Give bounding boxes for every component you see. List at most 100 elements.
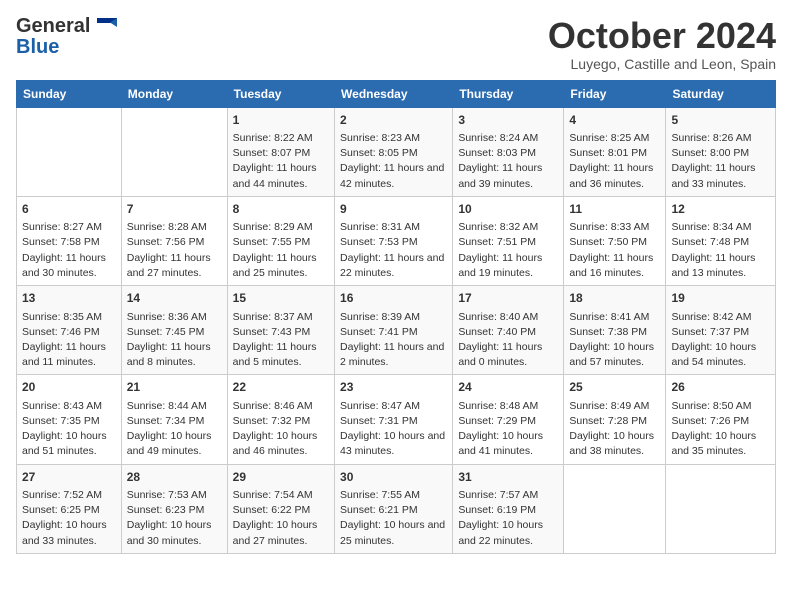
calendar-cell: 18 Sunrise: 8:41 AMSunset: 7:38 PMDayligh… — [564, 286, 666, 375]
calendar-week-5: 27 Sunrise: 7:52 AMSunset: 6:25 PMDayligh… — [17, 464, 776, 553]
calendar-cell: 8 Sunrise: 8:29 AMSunset: 7:55 PMDaylight… — [227, 196, 334, 285]
day-number: 15 — [233, 290, 329, 307]
day-number: 12 — [671, 201, 770, 218]
day-info: Sunrise: 8:26 AMSunset: 8:00 PMDaylight:… — [671, 131, 770, 192]
day-info: Sunrise: 8:47 AMSunset: 7:31 PMDaylight:… — [340, 399, 447, 460]
day-info: Sunrise: 8:42 AMSunset: 7:37 PMDaylight:… — [671, 310, 770, 371]
day-number: 25 — [569, 379, 660, 396]
page-header: General Blue October 2024 Luyego, Castil… — [16, 16, 776, 72]
day-number: 3 — [458, 112, 558, 129]
calendar-cell: 19 Sunrise: 8:42 AMSunset: 7:37 PMDayligh… — [666, 286, 776, 375]
day-info: Sunrise: 8:25 AMSunset: 8:01 PMDaylight:… — [569, 131, 660, 192]
calendar-table: Sunday Monday Tuesday Wednesday Thursday… — [16, 80, 776, 554]
calendar-cell: 31 Sunrise: 7:57 AMSunset: 6:19 PMDayligh… — [453, 464, 564, 553]
calendar-cell: 15 Sunrise: 8:37 AMSunset: 7:43 PMDayligh… — [227, 286, 334, 375]
day-info: Sunrise: 7:53 AMSunset: 6:23 PMDaylight:… — [127, 488, 222, 549]
calendar-cell: 25Sunrise: 8:49 AMSunset: 7:28 PMDayligh… — [564, 375, 666, 464]
day-info: Sunrise: 8:37 AMSunset: 7:43 PMDaylight:… — [233, 310, 329, 371]
col-monday: Monday — [121, 80, 227, 107]
calendar-cell: 24Sunrise: 8:48 AMSunset: 7:29 PMDayligh… — [453, 375, 564, 464]
day-number: 28 — [127, 469, 222, 486]
calendar-cell: 4 Sunrise: 8:25 AMSunset: 8:01 PMDaylight… — [564, 107, 666, 196]
day-info: Sunrise: 7:57 AMSunset: 6:19 PMDaylight:… — [458, 488, 558, 549]
calendar-cell: 30 Sunrise: 7:55 AMSunset: 6:21 PMDayligh… — [335, 464, 453, 553]
day-info: Sunrise: 8:43 AMSunset: 7:35 PMDaylight:… — [22, 399, 116, 460]
day-number: 4 — [569, 112, 660, 129]
day-info: Sunrise: 8:36 AMSunset: 7:45 PMDaylight:… — [127, 310, 222, 371]
day-info: Sunrise: 8:44 AMSunset: 7:34 PMDaylight:… — [127, 399, 222, 460]
col-thursday: Thursday — [453, 80, 564, 107]
calendar-cell: 2Sunrise: 8:23 AMSunset: 8:05 PMDaylight… — [335, 107, 453, 196]
calendar-cell: 14Sunrise: 8:36 AMSunset: 7:45 PMDayligh… — [121, 286, 227, 375]
day-info: Sunrise: 8:29 AMSunset: 7:55 PMDaylight:… — [233, 220, 329, 281]
day-info: Sunrise: 8:39 AMSunset: 7:41 PMDaylight:… — [340, 310, 447, 371]
day-info: Sunrise: 7:52 AMSunset: 6:25 PMDaylight:… — [22, 488, 116, 549]
calendar-cell — [17, 107, 122, 196]
day-number: 17 — [458, 290, 558, 307]
day-info: Sunrise: 7:54 AMSunset: 6:22 PMDaylight:… — [233, 488, 329, 549]
day-info: Sunrise: 8:28 AMSunset: 7:56 PMDaylight:… — [127, 220, 222, 281]
day-number: 29 — [233, 469, 329, 486]
day-number: 1 — [233, 112, 329, 129]
calendar-week-1: 1Sunrise: 8:22 AMSunset: 8:07 PMDaylight… — [17, 107, 776, 196]
day-number: 11 — [569, 201, 660, 218]
calendar-cell: 23 Sunrise: 8:47 AMSunset: 7:31 PMDayligh… — [335, 375, 453, 464]
day-info: Sunrise: 8:50 AMSunset: 7:26 PMDaylight:… — [671, 399, 770, 460]
calendar-cell — [666, 464, 776, 553]
day-number: 26 — [671, 379, 770, 396]
header-row: Sunday Monday Tuesday Wednesday Thursday… — [17, 80, 776, 107]
calendar-week-3: 13 Sunrise: 8:35 AMSunset: 7:46 PMDayligh… — [17, 286, 776, 375]
calendar-cell: 17 Sunrise: 8:40 AMSunset: 7:40 PMDayligh… — [453, 286, 564, 375]
calendar-cell: 1Sunrise: 8:22 AMSunset: 8:07 PMDaylight… — [227, 107, 334, 196]
day-number: 30 — [340, 469, 447, 486]
calendar-cell: 21 Sunrise: 8:44 AMSunset: 7:34 PMDayligh… — [121, 375, 227, 464]
calendar-cell: 22 Sunrise: 8:46 AMSunset: 7:32 PMDayligh… — [227, 375, 334, 464]
calendar-cell: 12Sunrise: 8:34 AMSunset: 7:48 PMDayligh… — [666, 196, 776, 285]
day-number: 27 — [22, 469, 116, 486]
col-friday: Friday — [564, 80, 666, 107]
col-saturday: Saturday — [666, 80, 776, 107]
day-number: 8 — [233, 201, 329, 218]
day-number: 21 — [127, 379, 222, 396]
logo-flag-icon — [97, 18, 117, 32]
col-tuesday: Tuesday — [227, 80, 334, 107]
logo-blue-text: Blue — [16, 37, 59, 57]
calendar-cell: 20Sunrise: 8:43 AMSunset: 7:35 PMDayligh… — [17, 375, 122, 464]
calendar-cell: 6Sunrise: 8:27 AMSunset: 7:58 PMDaylight… — [17, 196, 122, 285]
calendar-cell: 5Sunrise: 8:26 AMSunset: 8:00 PMDaylight… — [666, 107, 776, 196]
day-info: Sunrise: 7:55 AMSunset: 6:21 PMDaylight:… — [340, 488, 447, 549]
calendar-cell: 28 Sunrise: 7:53 AMSunset: 6:23 PMDayligh… — [121, 464, 227, 553]
day-number: 16 — [340, 290, 447, 307]
calendar-week-2: 6Sunrise: 8:27 AMSunset: 7:58 PMDaylight… — [17, 196, 776, 285]
day-info: Sunrise: 8:46 AMSunset: 7:32 PMDaylight:… — [233, 399, 329, 460]
day-info: Sunrise: 8:23 AMSunset: 8:05 PMDaylight:… — [340, 131, 447, 192]
calendar-cell: 16 Sunrise: 8:39 AMSunset: 7:41 PMDayligh… — [335, 286, 453, 375]
day-number: 22 — [233, 379, 329, 396]
day-info: Sunrise: 8:27 AMSunset: 7:58 PMDaylight:… — [22, 220, 116, 281]
day-number: 10 — [458, 201, 558, 218]
day-info: Sunrise: 8:35 AMSunset: 7:46 PMDaylight:… — [22, 310, 116, 371]
location-subtitle: Luyego, Castille and Leon, Spain — [548, 56, 776, 72]
day-info: Sunrise: 8:40 AMSunset: 7:40 PMDaylight:… — [458, 310, 558, 371]
calendar-cell: 3 Sunrise: 8:24 AMSunset: 8:03 PMDaylight… — [453, 107, 564, 196]
day-info: Sunrise: 8:31 AMSunset: 7:53 PMDaylight:… — [340, 220, 447, 281]
day-info: Sunrise: 8:41 AMSunset: 7:38 PMDaylight:… — [569, 310, 660, 371]
day-number: 23 — [340, 379, 447, 396]
col-sunday: Sunday — [17, 80, 122, 107]
calendar-cell: 7Sunrise: 8:28 AMSunset: 7:56 PMDaylight… — [121, 196, 227, 285]
day-number: 9 — [340, 201, 447, 218]
day-number: 19 — [671, 290, 770, 307]
day-info: Sunrise: 8:24 AMSunset: 8:03 PMDaylight:… — [458, 131, 558, 192]
col-wednesday: Wednesday — [335, 80, 453, 107]
calendar-cell — [564, 464, 666, 553]
calendar-cell: 29 Sunrise: 7:54 AMSunset: 6:22 PMDayligh… — [227, 464, 334, 553]
logo: General Blue — [16, 16, 117, 57]
calendar-cell: 11 Sunrise: 8:33 AMSunset: 7:50 PMDayligh… — [564, 196, 666, 285]
calendar-cell: 9 Sunrise: 8:31 AMSunset: 7:53 PMDaylight… — [335, 196, 453, 285]
logo-general-text: General — [16, 15, 90, 37]
day-info: Sunrise: 8:33 AMSunset: 7:50 PMDaylight:… — [569, 220, 660, 281]
day-number: 13 — [22, 290, 116, 307]
day-number: 31 — [458, 469, 558, 486]
calendar-week-4: 20Sunrise: 8:43 AMSunset: 7:35 PMDayligh… — [17, 375, 776, 464]
day-number: 18 — [569, 290, 660, 307]
